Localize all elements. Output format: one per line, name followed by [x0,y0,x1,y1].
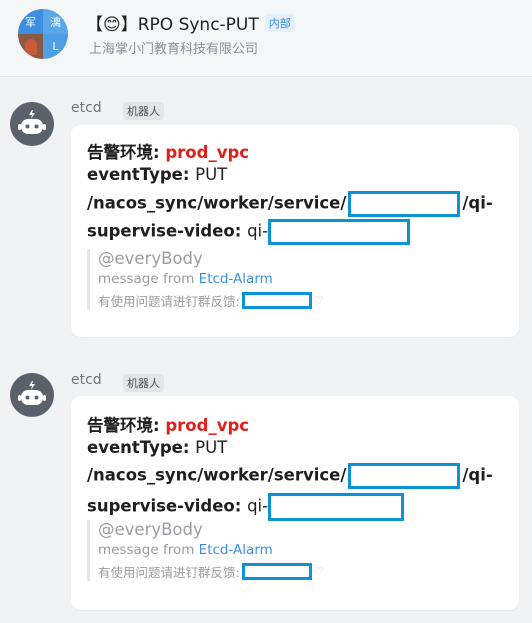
title-row: 【😊】RPO Sync-PUT 内部 [86,10,295,35]
redaction-box [241,292,312,309]
redaction-box [348,191,461,217]
env-value: prod_vpc [165,143,250,162]
avatar-char-3: L [43,34,68,59]
mention-everybody: @everyBody [98,249,203,268]
path-prefix: /nacos_sync/worker/service/ [87,193,347,213]
redaction-box [241,563,312,580]
group-avatar[interactable]: 军 漓 L [18,9,68,59]
path-line: /nacos_sync/worker/service/ /qi- [87,463,493,489]
message-card: 告警环境: prod_vpc eventType: PUT /nacos_syn… [71,396,519,610]
event-label: eventType: [87,438,196,457]
redaction-box [268,493,405,521]
quote-block: @everyBody message from Etcd-Alarm 有使用问题… [87,249,324,310]
qi-prefix: qi- [247,221,269,241]
redaction-box [268,219,411,245]
chat-title[interactable]: 【😊】RPO Sync-PUT [86,10,259,35]
path-line: /nacos_sync/worker/service/ /qi- [87,191,493,217]
mention-everybody: @everyBody [98,520,203,539]
robot-avatar-icon[interactable] [10,102,54,146]
path-cont-line: supervise-video: qi- [87,493,405,521]
env-line: 告警环境: prod_vpc [87,412,249,436]
path-cont-line: supervise-video: qi- [87,219,411,245]
robot-avatar-icon[interactable] [10,373,54,417]
feedback-text: 有使用问题请进钉群反馈: [98,565,240,580]
env-label: 告警环境: [87,416,166,435]
internal-badge: 内部 [264,13,295,32]
source-link[interactable]: Etcd-Alarm [199,271,273,287]
path-suffix: /qi- [462,465,493,485]
event-line: eventType: PUT [87,165,227,184]
feedback-line: 有使用问题请进钉群反馈: ♡ [98,562,324,581]
source-link[interactable]: Etcd-Alarm [199,542,273,558]
company-name: 上海掌小门教育科技有限公司 [89,42,259,57]
sender-name[interactable]: etcd [71,372,102,388]
path-prefix: /nacos_sync/worker/service/ [87,465,347,485]
env-line: 告警环境: prod_vpc [87,139,249,163]
redaction-box [348,463,461,489]
path-cont: supervise-video: [87,221,248,241]
quote-block: @everyBody message from Etcd-Alarm 有使用问题… [87,520,324,581]
message-card: 告警环境: prod_vpc eventType: PUT /nacos_syn… [71,125,519,337]
message-source: message from Etcd-Alarm [98,542,324,558]
feedback-text: 有使用问题请进钉群反馈: [98,294,240,309]
robot-tag: 机器人 [123,102,164,120]
path-suffix: /qi- [462,193,493,213]
sender-name[interactable]: etcd [71,100,102,116]
heart-icon[interactable]: ♡ [314,565,324,578]
event-value: PUT [195,165,228,184]
event-value: PUT [195,438,228,457]
env-value: prod_vpc [165,416,250,435]
avatar-char-2: 漓 [43,9,68,34]
heart-icon[interactable]: ♡ [314,294,324,307]
robot-tag: 机器人 [123,374,164,392]
avatar-char-1: 军 [18,9,43,34]
event-label: eventType: [87,165,196,184]
from-label: message from [98,542,199,558]
message-source: message from Etcd-Alarm [98,271,324,287]
avatar-photo [18,34,43,59]
person-icon [24,38,37,55]
path-cont: supervise-video: [87,496,248,516]
from-label: message from [98,271,199,287]
env-label: 告警环境: [87,143,166,162]
feedback-line: 有使用问题请进钉群反馈: ♡ [98,291,324,310]
chat-header: 军 漓 L 【😊】RPO Sync-PUT 内部 上海掌小门教育科技有限公司 [0,0,532,77]
event-line: eventType: PUT [87,438,227,457]
qi-prefix: qi- [247,496,269,516]
